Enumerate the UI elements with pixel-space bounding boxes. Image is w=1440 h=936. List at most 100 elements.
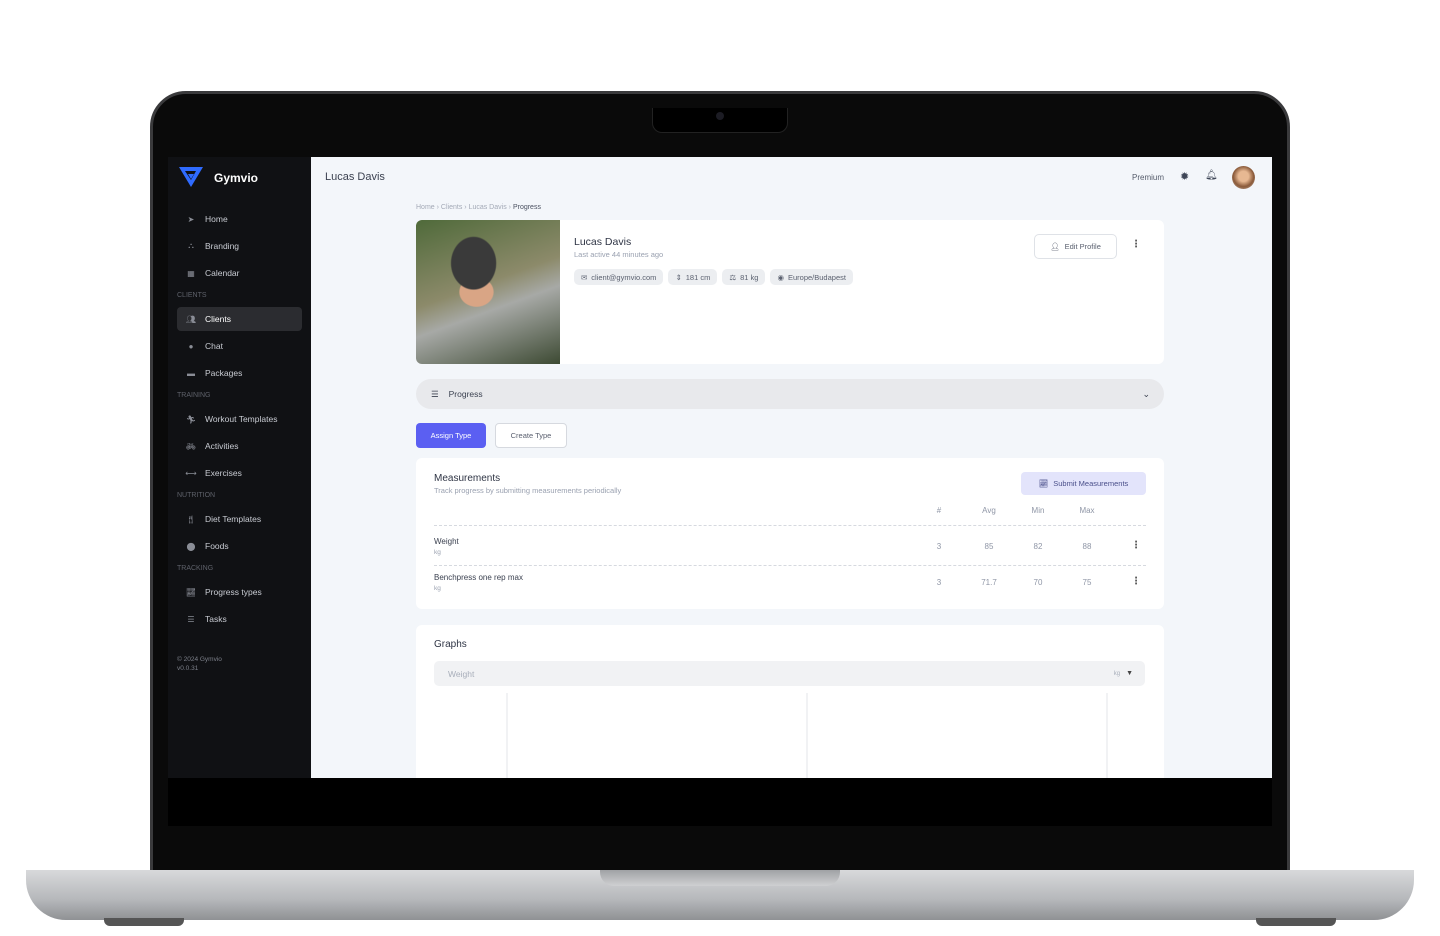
edit-profile-button[interactable]: 👤︎ Edit Profile <box>1034 234 1117 259</box>
bicycle-icon: 🚲︎ <box>185 441 197 451</box>
measurement-unit: kg <box>434 585 441 592</box>
sitemap-icon: ⛬ <box>188 241 194 250</box>
copyright: © 2024 Gymvio <box>177 656 222 663</box>
gymvio-logo[interactable] <box>178 166 204 188</box>
divider <box>434 565 1146 566</box>
app-screen: Gymvio ➤ Home ⛬ Branding ▦ Calendar CLIENTS 👥︎ C… <box>168 157 1272 778</box>
max: 88 <box>1082 542 1092 551</box>
calendar-icon: ▦ <box>187 268 195 278</box>
gear-icon[interactable]: ✹ <box>1180 170 1189 183</box>
weight-chip: ⚖ 81 kg <box>722 269 766 285</box>
laptop-foot <box>1256 918 1336 926</box>
email-chip: ✉ client@gymvio.com <box>574 269 664 285</box>
graph-select[interactable]: Weight kg ▼ <box>434 661 1145 686</box>
more-options-icon[interactable]: ⋮ <box>1131 239 1141 250</box>
version: v0.0.31 <box>177 665 199 672</box>
measurements-title: Measurements <box>434 473 501 484</box>
sidebar-item-packages[interactable]: ▬ Packages <box>177 361 302 385</box>
screen-bezel-bottom <box>168 778 1272 826</box>
breadcrumb-home[interactable]: Home <box>416 204 435 211</box>
measurements-card: Measurements Track progress by submittin… <box>416 458 1164 609</box>
chevron-down-icon: ⌄ <box>1142 388 1150 399</box>
count: 3 <box>936 542 942 551</box>
measurement-unit: kg <box>434 549 441 556</box>
plan-badge[interactable]: Premium <box>1132 173 1164 182</box>
count: 3 <box>936 578 942 587</box>
laptop-foot <box>104 918 184 926</box>
burger-icon: ⬤ <box>186 541 196 551</box>
height-chip: ⇕ 181 cm <box>668 269 718 285</box>
column-header: Avg <box>982 506 996 515</box>
sidebar-item-progress-types[interactable]: 📈︎ Progress types <box>177 580 302 604</box>
scale-icon: ⚖ <box>729 272 737 282</box>
measurement-name: Benchpress one rep max <box>434 573 523 582</box>
sidebar-item-activities[interactable]: 🚲︎ Activities <box>177 434 302 458</box>
sidebar-section-title: TRACKING <box>177 565 214 572</box>
min: 82 <box>1033 542 1043 551</box>
sidebar-item-clients[interactable]: 👥︎ Clients <box>177 307 302 331</box>
breadcrumb-current: Progress <box>512 204 541 211</box>
min: 70 <box>1033 578 1043 587</box>
row-options-icon[interactable]: ⋮ <box>1131 540 1141 551</box>
graphs-card: Graphs Weight kg ▼ 8060 <box>416 625 1164 778</box>
sidebar-section-title: NUTRITION <box>177 492 216 499</box>
utensils-icon: 🍴︎ <box>185 514 197 524</box>
max: 75 <box>1082 578 1092 587</box>
section-select[interactable]: ☰ Progress ⌄ <box>416 379 1164 409</box>
list-check-icon: ☰ <box>187 614 195 624</box>
sidebar-section-title: TRAINING <box>177 392 211 399</box>
profile-card: Lucas Davis Last active 44 minutes ago ✉… <box>416 220 1164 364</box>
row-options-icon[interactable]: ⋮ <box>1131 576 1141 587</box>
ruler-icon: ⇕ <box>675 272 682 282</box>
chart-line-icon: 📈︎ <box>185 587 197 597</box>
assign-type-button[interactable]: Assign Type <box>416 423 486 448</box>
divider <box>434 525 1146 526</box>
graphs-title: Graphs <box>434 639 467 650</box>
submit-measurements-button[interactable]: 📈︎ Submit Measurements <box>1021 472 1146 495</box>
laptop-groove <box>600 870 840 886</box>
client-photo <box>416 220 560 364</box>
column-header: # <box>936 506 942 515</box>
dumbbell-icon: ⟷ <box>185 468 197 478</box>
sidebar-item-home[interactable]: ➤ Home <box>177 207 302 231</box>
column-header: Min <box>1031 506 1045 515</box>
chat-icon: ● <box>188 341 194 351</box>
avatar[interactable] <box>1232 166 1255 189</box>
create-type-button[interactable]: Create Type <box>495 423 567 448</box>
user-edit-icon: 👤︎ <box>1050 242 1060 251</box>
sidebar: Gymvio ➤ Home ⛬ Branding ▦ Calendar CLIENTS 👥︎ C… <box>168 157 311 778</box>
globe-icon: ◉ <box>777 272 784 282</box>
last-active: Last active 44 minutes ago <box>574 250 664 259</box>
app-name: Gymvio <box>214 171 259 185</box>
menu-icon: ☰ <box>431 388 439 399</box>
weight-chart: 8060 <box>506 693 1108 778</box>
card-icon: ▬ <box>187 368 195 378</box>
sidebar-item-calendar[interactable]: ▦ Calendar <box>177 261 302 285</box>
avg: 85 <box>984 542 994 551</box>
sidebar-item-branding[interactable]: ⛬ Branding <box>177 234 302 258</box>
running-icon: 🏃︎ <box>185 414 197 424</box>
breadcrumb-clients[interactable]: Clients <box>441 204 462 211</box>
measurements-subtitle: Track progress by submitting measurement… <box>434 486 622 495</box>
sidebar-item-chat[interactable]: ● Chat <box>177 334 302 358</box>
sidebar-item-exercises[interactable]: ⟷ Exercises <box>177 461 302 485</box>
bell-icon[interactable]: 🔔︎ <box>1205 170 1218 181</box>
measurement-name: Weight <box>434 537 459 546</box>
sidebar-item-diet-templates[interactable]: 🍴︎ Diet Templates <box>177 507 302 531</box>
users-icon: 👥︎ <box>185 314 197 324</box>
breadcrumb-client[interactable]: Lucas Davis <box>469 204 507 211</box>
avg: 71.7 <box>981 578 997 587</box>
rocket-icon: ➤ <box>187 214 195 224</box>
sidebar-section-title: CLIENTS <box>177 292 207 299</box>
page-title: Lucas Davis <box>325 171 385 183</box>
breadcrumb: Home › Clients › Lucas Davis › Progress <box>416 204 541 211</box>
sidebar-item-foods[interactable]: ⬤ Foods <box>177 534 302 558</box>
sidebar-item-tasks[interactable]: ☰ Tasks <box>177 607 302 631</box>
sidebar-item-workout-templates[interactable]: 🏃︎ Workout Templates <box>177 407 302 431</box>
column-header: Max <box>1079 506 1095 515</box>
timezone-chip: ◉ Europe/Budapest <box>770 269 853 285</box>
chart-icon: 📈︎ <box>1038 479 1049 488</box>
envelope-icon: ✉ <box>581 272 588 282</box>
caret-down-icon: ▼ <box>1126 670 1133 677</box>
client-name: Lucas Davis <box>574 236 632 248</box>
